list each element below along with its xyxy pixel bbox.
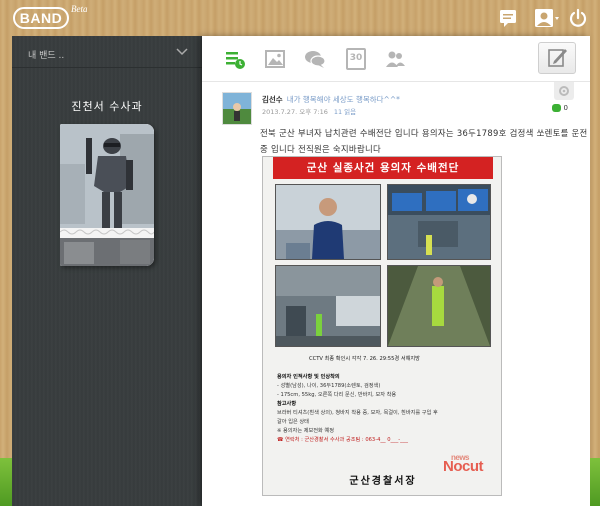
comment-count[interactable]: 0 xyxy=(551,104,568,112)
poster-photo-highway xyxy=(387,184,491,260)
author-status: 내가 행복해야 세상도 행복하다^^* xyxy=(286,95,400,104)
beta-label: Beta xyxy=(71,4,88,14)
band-logo[interactable]: BAND xyxy=(13,7,69,29)
poster-cctv-caption: CCTV 최종 확인시 각각 7. 26. 29:55경 서해지방 xyxy=(309,356,420,362)
read-count[interactable]: 11 읽음 xyxy=(334,108,356,116)
poster-photo-corridor xyxy=(387,265,491,347)
gear-icon xyxy=(559,86,569,96)
power-icon[interactable] xyxy=(568,8,588,28)
poster-section1-line2: - 175cm, 55kg, 오른쪽 다리 문신, 반바지, 모자 착용 xyxy=(277,392,397,398)
poster-section1-title: 용의자 인적사항 및 인상착의 xyxy=(277,374,340,380)
poster-section2-line1: 브라버 티셔츠(흰색 상의), 청바지 착용 중, 모자, 목걸이, 흰바지를 … xyxy=(277,410,438,416)
band-selector-label: 내 밴드 .. xyxy=(28,51,65,61)
band-sidebar: 내 밴드 .. 진천서 수사과 xyxy=(12,36,202,506)
poster-details: 용의자 인적사항 및 인상착의 - 성별(남성), 나이, 36두1789(소렌… xyxy=(271,371,495,463)
author-name[interactable]: 김선수 xyxy=(262,95,283,104)
calendar-icon[interactable]: 30 xyxy=(346,48,366,70)
post-image[interactable]: 군산 실종사건 용의자 수배전단 CCTV 최종 확인시 각각 7. 26. 2… xyxy=(262,156,502,496)
poster-photo-suspect xyxy=(275,184,381,260)
poster-section1-line1: - 성별(남성), 나이, 36두1789(소렌토, 검정색) xyxy=(277,383,381,389)
post-date: 2013.7.27. 오후 7:16 xyxy=(262,108,328,116)
feed-tabs: 30 xyxy=(202,36,590,82)
comment-count-value: 0 xyxy=(563,104,568,112)
band-selector[interactable]: 내 밴드 .. xyxy=(12,36,202,68)
post-text: 전북 군산 부녀자 납치관련 수배전단 입니다 용의자는 36두1789호 검정… xyxy=(260,128,588,154)
notification-icon[interactable] xyxy=(498,8,518,28)
pencil-icon xyxy=(548,49,567,67)
write-post-button[interactable] xyxy=(538,42,576,74)
chevron-down-icon xyxy=(176,48,188,56)
calendar-day: 30 xyxy=(349,53,363,63)
band-name: 진천서 수사과 xyxy=(71,100,143,113)
poster-contact: ☎ 연락처 : 군산경찰서 수사과 공조팀 : 063-4__ 0___-___ xyxy=(277,437,408,443)
settings-gear-button[interactable] xyxy=(554,82,574,100)
poster-section2-line2: 갈아 입은 상태 xyxy=(277,419,309,425)
poster-photo-interior xyxy=(275,265,381,347)
comment-icon xyxy=(551,104,561,112)
poster-footer: 군산경찰서장 xyxy=(349,476,417,487)
band-cover-image[interactable] xyxy=(60,124,154,266)
post-meta: 2013.7.27. 오후 7:16 11 읽음 xyxy=(262,106,356,116)
poster-headline: 군산 실종사건 용의자 수배전단 xyxy=(273,157,493,179)
photo-icon[interactable] xyxy=(264,48,286,70)
author-avatar[interactable] xyxy=(222,92,252,125)
poster-section2-title: 참고사항 xyxy=(277,401,297,407)
members-icon[interactable] xyxy=(384,48,406,70)
poster-note: ※ 용의자는 제보전화 예정 xyxy=(277,428,335,434)
right-scrollbar[interactable] xyxy=(590,458,600,506)
chat-icon[interactable] xyxy=(304,48,326,70)
top-bar: BAND Beta xyxy=(0,0,600,36)
profile-icon[interactable] xyxy=(534,8,560,28)
post-author[interactable]: 김선수 내가 행복해야 세상도 행복하다^^* xyxy=(262,94,400,105)
left-scrollbar[interactable] xyxy=(0,458,12,506)
timeline-icon[interactable] xyxy=(224,48,246,70)
band-feed: 30 김선수 내가 행복해야 세상도 행복하다^^* 2013.7.27. 오후… xyxy=(202,36,590,506)
